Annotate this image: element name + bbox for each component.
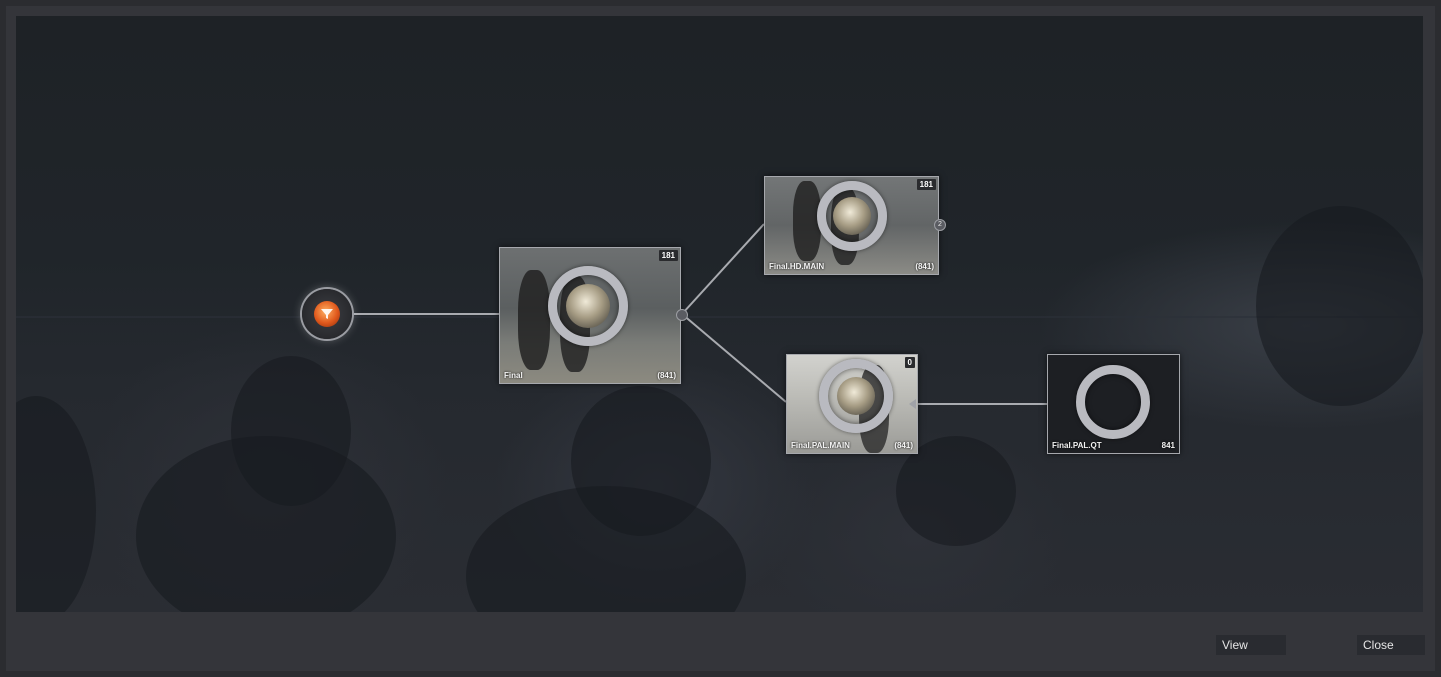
node-final-hd-main[interactable]: 181 Final.HD.MAIN (841) [764, 176, 939, 275]
output-port[interactable] [676, 309, 688, 321]
child-count-badge[interactable]: 2 [934, 219, 946, 231]
view-button[interactable]: View [1216, 635, 1286, 655]
node-label: Final.PAL.MAIN [791, 441, 850, 450]
link-final-hd [681, 223, 765, 315]
node-count: 841 [1161, 441, 1175, 450]
frame-number: 181 [658, 250, 678, 261]
progress-ring-core [833, 197, 871, 235]
node-label: Final.PAL.QT [1052, 441, 1102, 450]
root-node[interactable] [302, 289, 352, 339]
node-count: (841) [915, 262, 934, 271]
thumbnail-figure [518, 270, 550, 370]
node-graph-canvas[interactable]: 181 Final (841) 181 Final.HD.MAIN (841) … [16, 16, 1423, 612]
node-final-pal-main[interactable]: 0 Final.PAL.MAIN (841) [786, 354, 918, 454]
node-links [352, 223, 1047, 405]
close-button[interactable]: Close [1357, 635, 1425, 655]
node-label: Final [504, 371, 523, 380]
node-count: (841) [894, 441, 913, 450]
progress-ring [1076, 365, 1150, 439]
input-arrow-icon [909, 399, 916, 409]
frame-number: 0 [904, 357, 915, 368]
progress-ring-core [566, 284, 610, 328]
progress-ring-core [837, 377, 875, 415]
node-count: (841) [657, 371, 676, 380]
node-label: Final.HD.MAIN [769, 262, 825, 271]
link-final-pal [681, 313, 787, 403]
frame-number: 181 [916, 179, 936, 190]
node-final[interactable]: 181 Final (841) [499, 247, 681, 384]
node-final-pal-qt[interactable]: Final.PAL.QT 841 [1047, 354, 1180, 454]
funnel-icon [314, 301, 340, 327]
